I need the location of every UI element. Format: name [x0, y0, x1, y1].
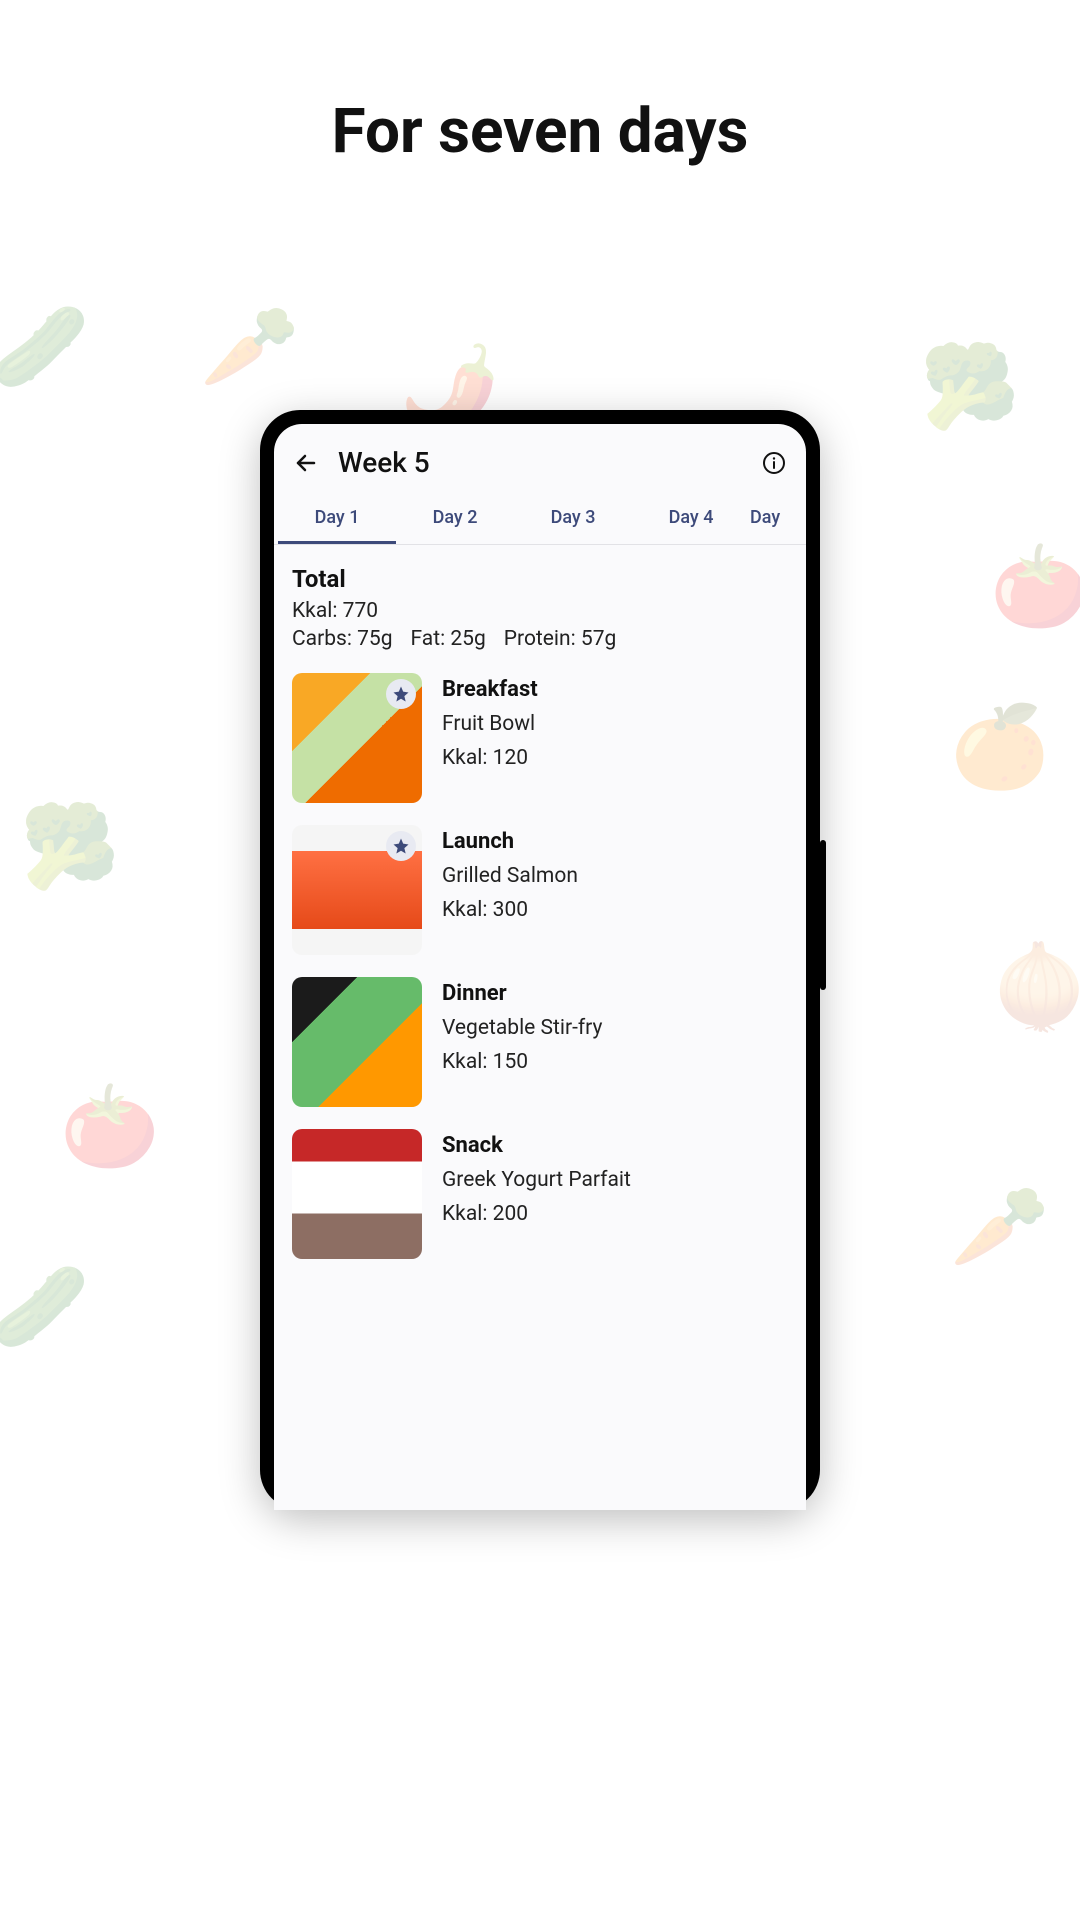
- meal-image: [292, 673, 422, 803]
- info-button[interactable]: [760, 449, 788, 477]
- meal-type: Dinner: [442, 981, 602, 1006]
- favorite-badge[interactable]: [386, 831, 416, 861]
- day-tabs: Day 1 Day 2 Day 3 Day 4 Day: [274, 493, 806, 545]
- arrow-left-icon: [294, 451, 318, 475]
- meal-name: Grilled Salmon: [442, 864, 578, 888]
- meal-image: [292, 977, 422, 1107]
- favorite-badge[interactable]: [386, 679, 416, 709]
- app-bar: Week 5: [274, 424, 806, 493]
- totals-protein: Protein: 57g: [504, 627, 617, 651]
- back-button[interactable]: [292, 449, 320, 477]
- meal-info: Snack Greek Yogurt Parfait Kkal: 200: [442, 1129, 631, 1259]
- day-content: Total Kkal: 770 Carbs: 75g Fat: 25g Prot…: [274, 545, 806, 1301]
- meal-kcal: Kkal: 200: [442, 1202, 631, 1226]
- meal-type: Snack: [442, 1133, 631, 1158]
- meal-kcal: Kkal: 120: [442, 746, 538, 770]
- meal-row[interactable]: Dinner Vegetable Stir-fry Kkal: 150: [292, 977, 788, 1107]
- star-icon: [392, 837, 410, 855]
- tab-day-1[interactable]: Day 1: [278, 493, 396, 544]
- meal-name: Fruit Bowl: [442, 712, 538, 736]
- info-icon: [762, 451, 786, 475]
- totals-block: Total Kkal: 770 Carbs: 75g Fat: 25g Prot…: [292, 565, 788, 651]
- phone-frame: Week 5 Day 1 Day 2 Day 3 Day 4 Day Total…: [260, 410, 820, 1510]
- totals-title: Total: [292, 565, 788, 593]
- tab-day-2[interactable]: Day 2: [396, 493, 514, 544]
- meal-kcal: Kkal: 300: [442, 898, 578, 922]
- totals-carbs: Carbs: 75g: [292, 627, 393, 651]
- meal-name: Vegetable Stir-fry: [442, 1016, 602, 1040]
- tab-day-3[interactable]: Day 3: [514, 493, 632, 544]
- totals-kkal: Kkal: 770: [292, 599, 788, 623]
- totals-macros: Carbs: 75g Fat: 25g Protein: 57g: [292, 627, 788, 651]
- tab-day-5[interactable]: Day: [750, 493, 806, 544]
- totals-fat: Fat: 25g: [411, 627, 486, 651]
- star-icon: [392, 685, 410, 703]
- meal-row[interactable]: Breakfast Fruit Bowl Kkal: 120: [292, 673, 788, 803]
- meal-type: Breakfast: [442, 677, 538, 702]
- meal-kcal: Kkal: 150: [442, 1050, 602, 1074]
- meal-row[interactable]: Launch Grilled Salmon Kkal: 300: [292, 825, 788, 955]
- page-heading: For seven days: [332, 95, 749, 168]
- meal-type: Launch: [442, 829, 578, 854]
- phone-screen: Week 5 Day 1 Day 2 Day 3 Day 4 Day Total…: [274, 424, 806, 1510]
- meal-image: [292, 825, 422, 955]
- meal-info: Dinner Vegetable Stir-fry Kkal: 150: [442, 977, 602, 1107]
- app-bar-title: Week 5: [338, 446, 742, 479]
- meal-row[interactable]: Snack Greek Yogurt Parfait Kkal: 200: [292, 1129, 788, 1259]
- tab-day-4[interactable]: Day 4: [632, 493, 750, 544]
- meal-info: Launch Grilled Salmon Kkal: 300: [442, 825, 578, 955]
- meal-image: [292, 1129, 422, 1259]
- meal-name: Greek Yogurt Parfait: [442, 1168, 631, 1192]
- meal-info: Breakfast Fruit Bowl Kkal: 120: [442, 673, 538, 803]
